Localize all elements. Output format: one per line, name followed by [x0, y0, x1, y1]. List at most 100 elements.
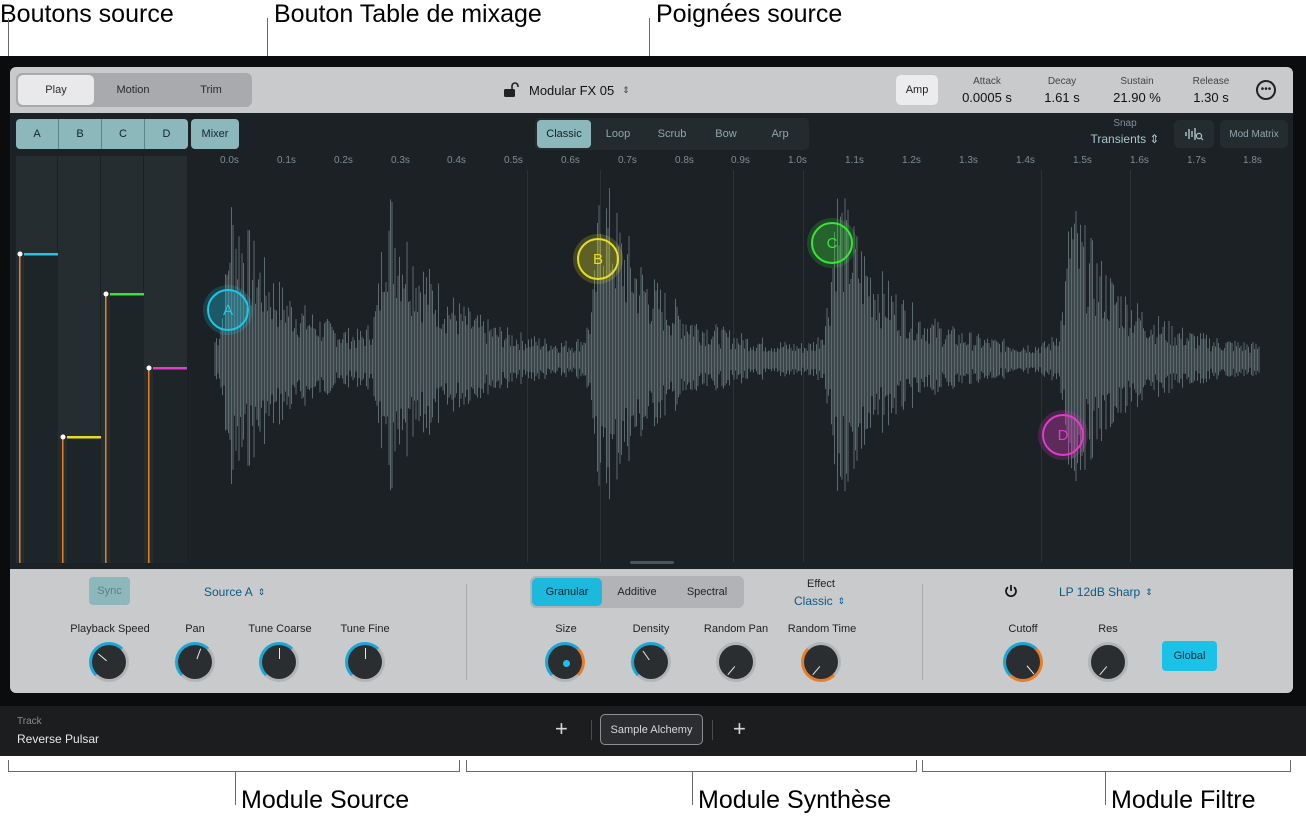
snap-value: Transients: [1090, 132, 1147, 146]
playmode-arp[interactable]: Arp: [753, 120, 807, 148]
knob-pointer: [365, 648, 366, 659]
knob-label: Res: [1098, 623, 1118, 635]
synth-additive[interactable]: Additive: [602, 578, 672, 606]
time-tick: 1.5s: [1073, 155, 1092, 166]
fader-fill: [24, 254, 58, 563]
tune-fine-knob[interactable]: [345, 642, 385, 682]
knob-pointer: [279, 648, 280, 659]
random-time-knob[interactable]: [801, 642, 841, 682]
fader-levels: [17, 251, 187, 563]
playback-speed-knob[interactable]: [89, 642, 129, 682]
callout-source-handles: Poignées source: [656, 0, 843, 28]
snap-value-row: Transients ⇕: [1080, 132, 1170, 146]
time-tick: 0.2s: [334, 155, 353, 166]
separator: [712, 720, 713, 740]
track-name: Reverse Pulsar: [17, 732, 100, 746]
synth-spectral[interactable]: Spectral: [672, 578, 742, 606]
knob-pointer: [97, 653, 107, 662]
release-value[interactable]: Release 1.30 s: [1182, 76, 1240, 105]
callout-synthesis-module: Module Synthèse: [698, 786, 892, 814]
snap-selector[interactable]: Snap Transients ⇕: [1080, 118, 1170, 146]
density-knob[interactable]: [631, 642, 671, 682]
fader-handle[interactable]: [103, 291, 109, 297]
release-label: Release: [1192, 76, 1230, 87]
fader-fill: [110, 294, 144, 563]
time-tick: 0.4s: [447, 155, 466, 166]
add-plugin-icon[interactable]: +: [555, 718, 568, 740]
attack-label: Attack: [973, 76, 1001, 87]
knob-label: Random Time: [787, 623, 857, 635]
tune-coarse-knob[interactable]: [259, 642, 299, 682]
knob-label: Density: [632, 623, 670, 635]
mode-play-button[interactable]: Play: [18, 75, 94, 105]
callout-mixer-button: Bouton Table de mixage: [274, 0, 542, 28]
preset-selector[interactable]: Modular FX 05 ⇕: [503, 82, 630, 98]
waveform-path: [214, 188, 1260, 500]
ellipsis-circle-icon[interactable]: •••: [1256, 80, 1276, 100]
random-pan-knob[interactable]: [716, 642, 756, 682]
playmode-bow[interactable]: Bow: [699, 120, 753, 148]
time-tick: 1.4s: [1016, 155, 1035, 166]
fader-fill: [67, 437, 101, 563]
fader-handle[interactable]: [60, 434, 66, 440]
playmode-scrub[interactable]: Scrub: [645, 120, 699, 148]
filter-type-select[interactable]: LP 12dB Sharp ⇕: [1059, 585, 1153, 599]
waveform-zoom-icon[interactable]: [1174, 120, 1214, 148]
size-knob[interactable]: [545, 642, 585, 682]
fader-level-line: [67, 436, 101, 439]
fader-handle[interactable]: [146, 365, 152, 371]
cutoff-knob[interactable]: [1003, 642, 1043, 682]
power-icon-glyph: [1005, 585, 1017, 598]
waveform-display[interactable]: [190, 170, 1290, 562]
source-select[interactable]: Source A ⇕: [204, 585, 265, 599]
bracket-line: [916, 760, 917, 772]
source-a-button[interactable]: A: [16, 119, 59, 149]
add-plugin-icon[interactable]: +: [733, 718, 746, 740]
resonance-knob[interactable]: [1088, 642, 1128, 682]
track-label: Track: [17, 716, 42, 727]
time-tick: 1.1s: [845, 155, 864, 166]
source-select-value: Source A: [204, 585, 253, 599]
handle-label: D: [1057, 426, 1069, 444]
handle-label: A: [222, 301, 233, 319]
source-c-button[interactable]: C: [102, 119, 145, 149]
resize-handle[interactable]: [630, 561, 674, 564]
decay-label: Decay: [1047, 76, 1077, 87]
sync-button[interactable]: Sync: [89, 577, 130, 605]
bracket-line: [459, 760, 460, 772]
mixer-button[interactable]: Mixer: [191, 119, 239, 149]
knob-pointer: [812, 666, 821, 676]
fader-handle[interactable]: [17, 251, 23, 257]
source-handle-d[interactable]: D: [1042, 414, 1084, 456]
power-icon[interactable]: [1003, 583, 1019, 604]
source-handle-c[interactable]: C: [811, 222, 853, 264]
synth-granular[interactable]: Granular: [532, 578, 602, 606]
effect-select[interactable]: Classic ⇕: [794, 594, 845, 608]
fader-mod-line: [105, 294, 107, 563]
mode-motion-button[interactable]: Motion: [94, 75, 172, 105]
pan-knob[interactable]: [175, 642, 215, 682]
attack-value[interactable]: Attack 0.0005 s: [956, 76, 1018, 105]
playmode-loop[interactable]: Loop: [591, 120, 645, 148]
global-button[interactable]: Global: [1162, 641, 1217, 671]
time-tick: 0.7s: [618, 155, 637, 166]
source-handle-a[interactable]: A: [207, 289, 249, 331]
mode-trim-button[interactable]: Trim: [172, 75, 250, 105]
source-handle-b[interactable]: B: [577, 238, 619, 280]
sample-alchemy-button[interactable]: Sample Alchemy: [600, 714, 703, 745]
source-d-button[interactable]: D: [145, 119, 188, 149]
playmode-classic[interactable]: Classic: [537, 120, 591, 148]
amp-button[interactable]: Amp: [896, 75, 938, 105]
decay-value[interactable]: Decay 1.61 s: [1034, 76, 1090, 105]
sustain-value[interactable]: Sustain 21.90 %: [1106, 76, 1168, 105]
mod-matrix-button[interactable]: Mod Matrix: [1220, 120, 1288, 148]
knob-pointer: [727, 666, 736, 676]
source-b-button[interactable]: B: [59, 119, 102, 149]
time-tick: 1.2s: [902, 155, 921, 166]
time-tick: 1.6s: [1130, 155, 1149, 166]
fader-mod-line: [62, 437, 64, 563]
time-tick: 1.7s: [1187, 155, 1206, 166]
effect-value: Classic: [794, 594, 833, 608]
time-tick: 0.1s: [277, 155, 296, 166]
time-tick: 0.5s: [504, 155, 523, 166]
